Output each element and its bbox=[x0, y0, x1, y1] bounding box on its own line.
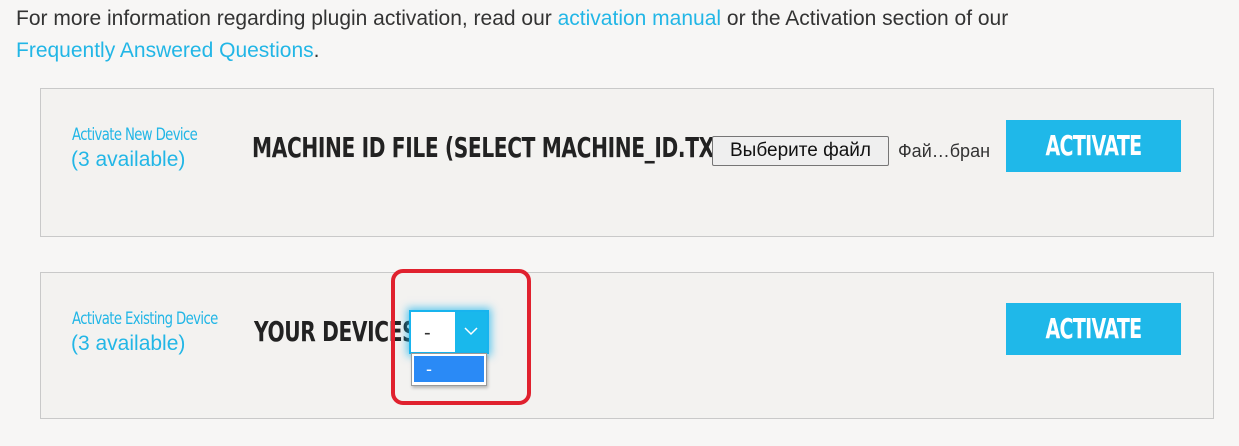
faq-link[interactable]: Frequently Answered Questions bbox=[16, 39, 314, 62]
existing-device-available: (3 available) bbox=[71, 332, 186, 355]
new-device-panel: Activate New Device (3 available) MACHIN… bbox=[40, 88, 1214, 237]
intro-text-3: . bbox=[313, 39, 320, 62]
file-status: Фай…бран bbox=[898, 141, 991, 161]
existing-device-panel: Activate Existing Device (3 available) Y… bbox=[40, 272, 1214, 419]
intro-text-2: or the Activation section of our bbox=[721, 7, 1009, 30]
activate-existing-device-button[interactable]: ACTIVATE bbox=[1006, 303, 1181, 355]
intro-text-1: For more information regarding plugin ac… bbox=[16, 7, 558, 30]
intro-text: For more information regarding plugin ac… bbox=[16, 3, 1216, 67]
new-device-title: Activate New Device bbox=[72, 125, 198, 145]
activate-label: ACTIVATE bbox=[1045, 312, 1142, 345]
activation-manual-link[interactable]: activation manual bbox=[558, 7, 721, 30]
new-device-available: (3 available) bbox=[71, 148, 186, 171]
machine-id-label: MACHINE ID FILE (SELECT MACHINE_ID.TXT F… bbox=[252, 131, 790, 164]
existing-device-title: Activate Existing Device bbox=[72, 309, 218, 329]
activate-label: ACTIVATE bbox=[1045, 129, 1142, 162]
highlight-box bbox=[391, 269, 531, 405]
activate-new-device-button[interactable]: ACTIVATE bbox=[1006, 120, 1181, 172]
choose-file-button[interactable]: Выберите файл bbox=[712, 136, 889, 166]
